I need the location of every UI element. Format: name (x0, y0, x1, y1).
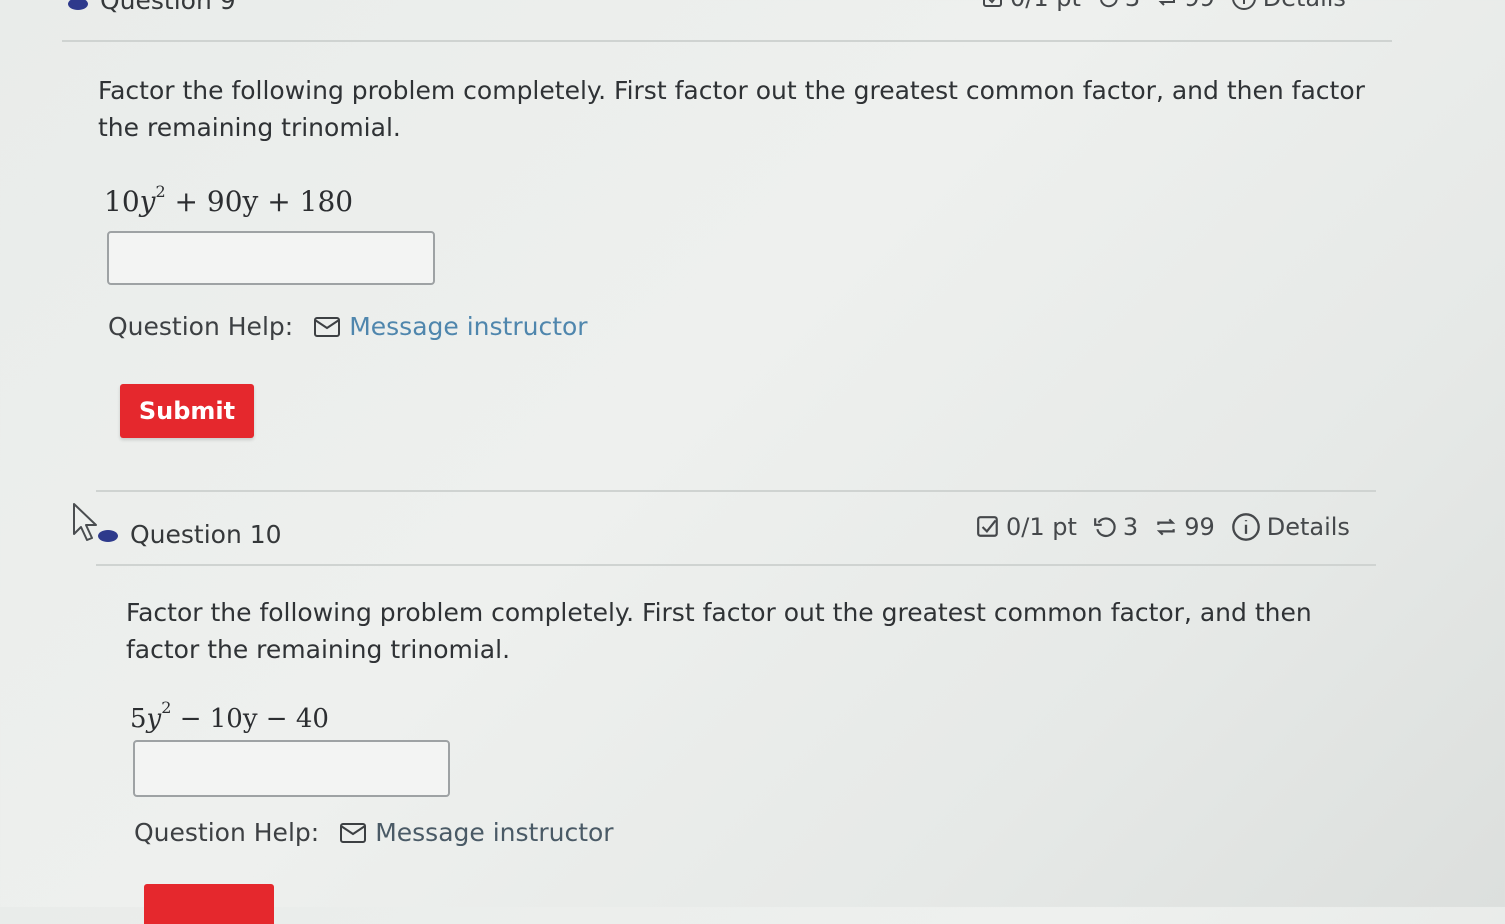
question-status-dot (98, 530, 118, 542)
question-9: Question 9 0/1 pt 3 99 Details Factor th… (0, 0, 1505, 480)
attempts-indicator: 3 (1093, 513, 1138, 541)
envelope-icon (340, 822, 367, 843)
info-icon (1231, 0, 1256, 10)
info-icon (1231, 513, 1260, 541)
question-10: Question 10 0/1 pt 3 99 Details Factor t… (0, 500, 1505, 924)
attempts-indicator: 3 (1097, 0, 1140, 12)
points-indicator: 0/1 pt (976, 513, 1077, 541)
details-text: Details (1263, 0, 1346, 12)
points-text: 0/1 pt (1006, 513, 1077, 541)
message-instructor-link[interactable]: Message instructor (313, 312, 588, 341)
checkbox-icon (983, 0, 1002, 7)
retry-icon (1093, 517, 1116, 538)
answer-input[interactable] (107, 231, 435, 285)
checkbox-icon (977, 516, 998, 537)
envelope-icon (314, 316, 341, 337)
math-expression: 5y2 − 10y − 40 (130, 698, 329, 734)
header-divider (62, 40, 1392, 42)
submissions-indicator: 99 (1156, 0, 1215, 12)
header-divider (96, 564, 1376, 566)
question-meta: 0/1 pt 3 99 Details (982, 0, 1362, 12)
question-meta: 0/1 pt 3 99 Details (976, 512, 1366, 542)
question-title: Question 10 (130, 520, 282, 549)
message-instructor-label: Message instructor (349, 312, 588, 341)
repeat-icon (1158, 0, 1176, 6)
question-separator (96, 490, 1376, 492)
submit-button[interactable]: Submit (120, 384, 254, 438)
submissions-indicator: 99 (1154, 513, 1215, 541)
retry-icon (1099, 0, 1118, 8)
question-help: Question Help: Message instructor (108, 312, 588, 341)
message-instructor-link[interactable]: Message instructor (339, 818, 614, 847)
details-link[interactable]: Details (1231, 512, 1350, 542)
submissions-text: 99 (1184, 0, 1215, 12)
question-status-dot (68, 0, 88, 10)
submit-button[interactable] (144, 884, 274, 924)
question-prompt: Factor the following problem completely.… (98, 76, 1365, 142)
attempts-text: 3 (1125, 0, 1140, 12)
details-text: Details (1266, 513, 1350, 541)
question-help-label: Question Help: (108, 312, 294, 341)
repeat-icon (1157, 518, 1176, 536)
math-expression: 10y2 + 90y + 180 (104, 182, 354, 218)
answer-input[interactable] (133, 740, 450, 797)
question-title: Question 9 (100, 0, 236, 15)
question-prompt: Factor the following problem completely.… (126, 598, 1312, 664)
submissions-text: 99 (1184, 513, 1215, 541)
message-instructor-label: Message instructor (375, 818, 614, 847)
points-indicator: 0/1 pt (982, 0, 1081, 12)
question-help-label: Question Help: (134, 818, 320, 847)
question-help: Question Help: Message instructor (134, 818, 614, 847)
details-link[interactable]: Details (1231, 0, 1346, 12)
points-text: 0/1 pt (1010, 0, 1081, 12)
attempts-text: 3 (1122, 513, 1139, 541)
